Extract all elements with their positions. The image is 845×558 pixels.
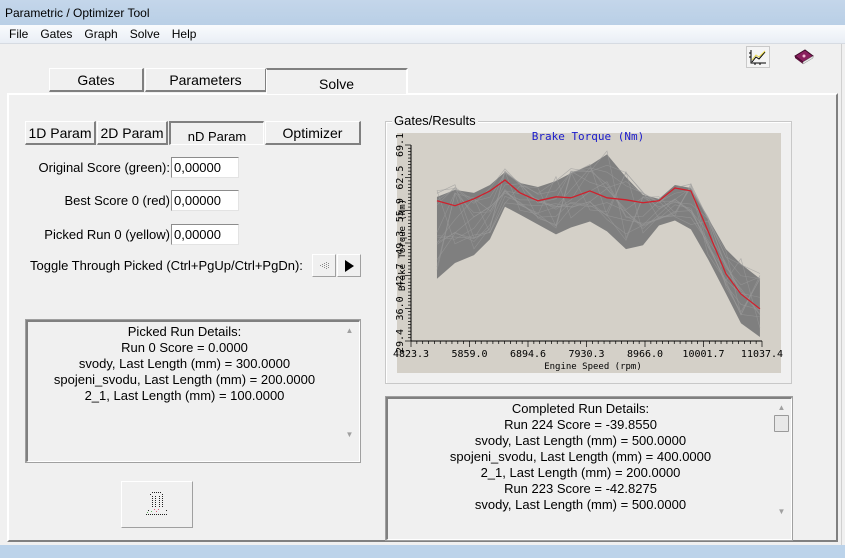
completed-run-details-box[interactable]: Completed Run Details: Run 224 Score = -… xyxy=(385,396,793,541)
window-right-edge xyxy=(841,44,845,545)
tab-solve[interactable]: Solve xyxy=(266,68,408,94)
picked-details-heading: Picked Run Details: xyxy=(127,324,242,339)
original-score-field[interactable] xyxy=(171,157,239,178)
toggle-previous-button[interactable] xyxy=(312,254,336,277)
scroll-down-arrow-icon[interactable]: ▼ xyxy=(342,428,357,442)
menu-solve[interactable]: Solve xyxy=(124,25,166,43)
chart-background xyxy=(397,133,781,373)
tab-gates[interactable]: Gates xyxy=(49,68,144,92)
gates-results-label: Gates/Results xyxy=(392,113,478,128)
best-score-label: Best Score 0 (red) xyxy=(64,193,171,208)
subtab-optimizer[interactable]: Optimizer xyxy=(265,121,361,145)
graph-icon xyxy=(749,50,766,65)
scroll-up-arrow-icon[interactable]: ▲ xyxy=(774,401,789,415)
menu-graph[interactable]: Graph xyxy=(78,25,123,43)
completed-details-line: svody, Last Length (mm) = 500.0000 xyxy=(474,433,687,448)
picked-details-line: spojeni_svodu, Last Length (mm) = 200.00… xyxy=(53,372,316,387)
previous-dotted-icon xyxy=(320,261,329,269)
completed-details-scrollbar[interactable]: ▲ ▼ xyxy=(774,401,789,521)
toggle-picked-label: Toggle Through Picked (Ctrl+PgUp/Ctrl+Pg… xyxy=(30,258,303,273)
picked-run-field[interactable] xyxy=(171,224,239,245)
completed-details-line: 2_1, Last Length (mm) = 200.0000 xyxy=(480,465,681,480)
picked-run-label: Picked Run 0 (yellow) xyxy=(44,227,170,242)
help-book-icon xyxy=(794,49,814,65)
tab-solve-label: Solve xyxy=(318,76,355,92)
picked-details-line: svody, Last Length (mm) = 300.0000 xyxy=(78,356,291,371)
menu-help[interactable]: Help xyxy=(166,25,203,43)
run-solve-button[interactable] xyxy=(121,481,193,528)
menu-file[interactable]: File xyxy=(3,25,34,43)
completed-details-line: Run 224 Score = -39.8550 xyxy=(504,417,657,432)
picked-run-details-text: Picked Run Details: Run 0 Score = 0.0000… xyxy=(28,324,341,404)
tab-gates-label: Gates xyxy=(77,72,115,88)
picked-details-line: Run 0 Score = 0.0000 xyxy=(121,340,248,355)
completed-details-line: spojeni_svodu, Last Length (mm) = 400.00… xyxy=(449,449,712,464)
tab-parameters[interactable]: Parameters xyxy=(145,68,267,92)
subtab-2d-param[interactable]: 2D Param xyxy=(97,121,168,145)
picked-run-details-box[interactable]: Picked Run Details: Run 0 Score = 0.0000… xyxy=(25,319,361,463)
picked-details-scrollbar[interactable]: ▲ ▼ xyxy=(342,324,357,444)
subtab-1d-param-label: 1D Param xyxy=(28,125,92,141)
subtab-1d-param[interactable]: 1D Param xyxy=(25,121,96,145)
subtab-optimizer-label: Optimizer xyxy=(282,125,343,141)
menu-gates[interactable]: Gates xyxy=(34,25,78,43)
original-score-label: Original Score (green): xyxy=(38,160,171,175)
picked-details-line: 2_1, Last Length (mm) = 100.0000 xyxy=(84,388,285,403)
completed-details-line: Run 223 Score = -42.8275 xyxy=(504,481,657,496)
completed-run-details-text: Completed Run Details: Run 224 Score = -… xyxy=(388,401,773,513)
window-title: Parametric / Optimizer Tool xyxy=(5,6,150,20)
graph-button[interactable] xyxy=(746,46,770,68)
scroll-thumb[interactable] xyxy=(774,415,789,432)
tab-parameters-label: Parameters xyxy=(169,72,242,88)
subtab-2d-param-label: 2D Param xyxy=(100,125,164,141)
toggle-next-button[interactable] xyxy=(337,254,361,277)
scroll-up-arrow-icon[interactable]: ▲ xyxy=(342,324,357,338)
completed-details-line: svody, Last Length (mm) = 500.0000 xyxy=(474,497,687,512)
scroll-down-arrow-icon[interactable]: ▼ xyxy=(774,505,789,519)
play-right-icon xyxy=(345,259,354,272)
window-title-bar: Parametric / Optimizer Tool xyxy=(0,0,845,25)
best-score-field[interactable] xyxy=(171,190,239,211)
window-bottom-border xyxy=(0,545,845,558)
subtab-nd-param-label: nD Param xyxy=(187,129,247,144)
solver-dotted-icon xyxy=(146,492,167,515)
menu-bar: File Gates Graph Solve Help xyxy=(0,25,845,44)
help-book-button[interactable] xyxy=(792,46,816,68)
subtab-nd-param[interactable]: nD Param xyxy=(169,121,264,145)
completed-details-heading: Completed Run Details: xyxy=(511,401,650,416)
